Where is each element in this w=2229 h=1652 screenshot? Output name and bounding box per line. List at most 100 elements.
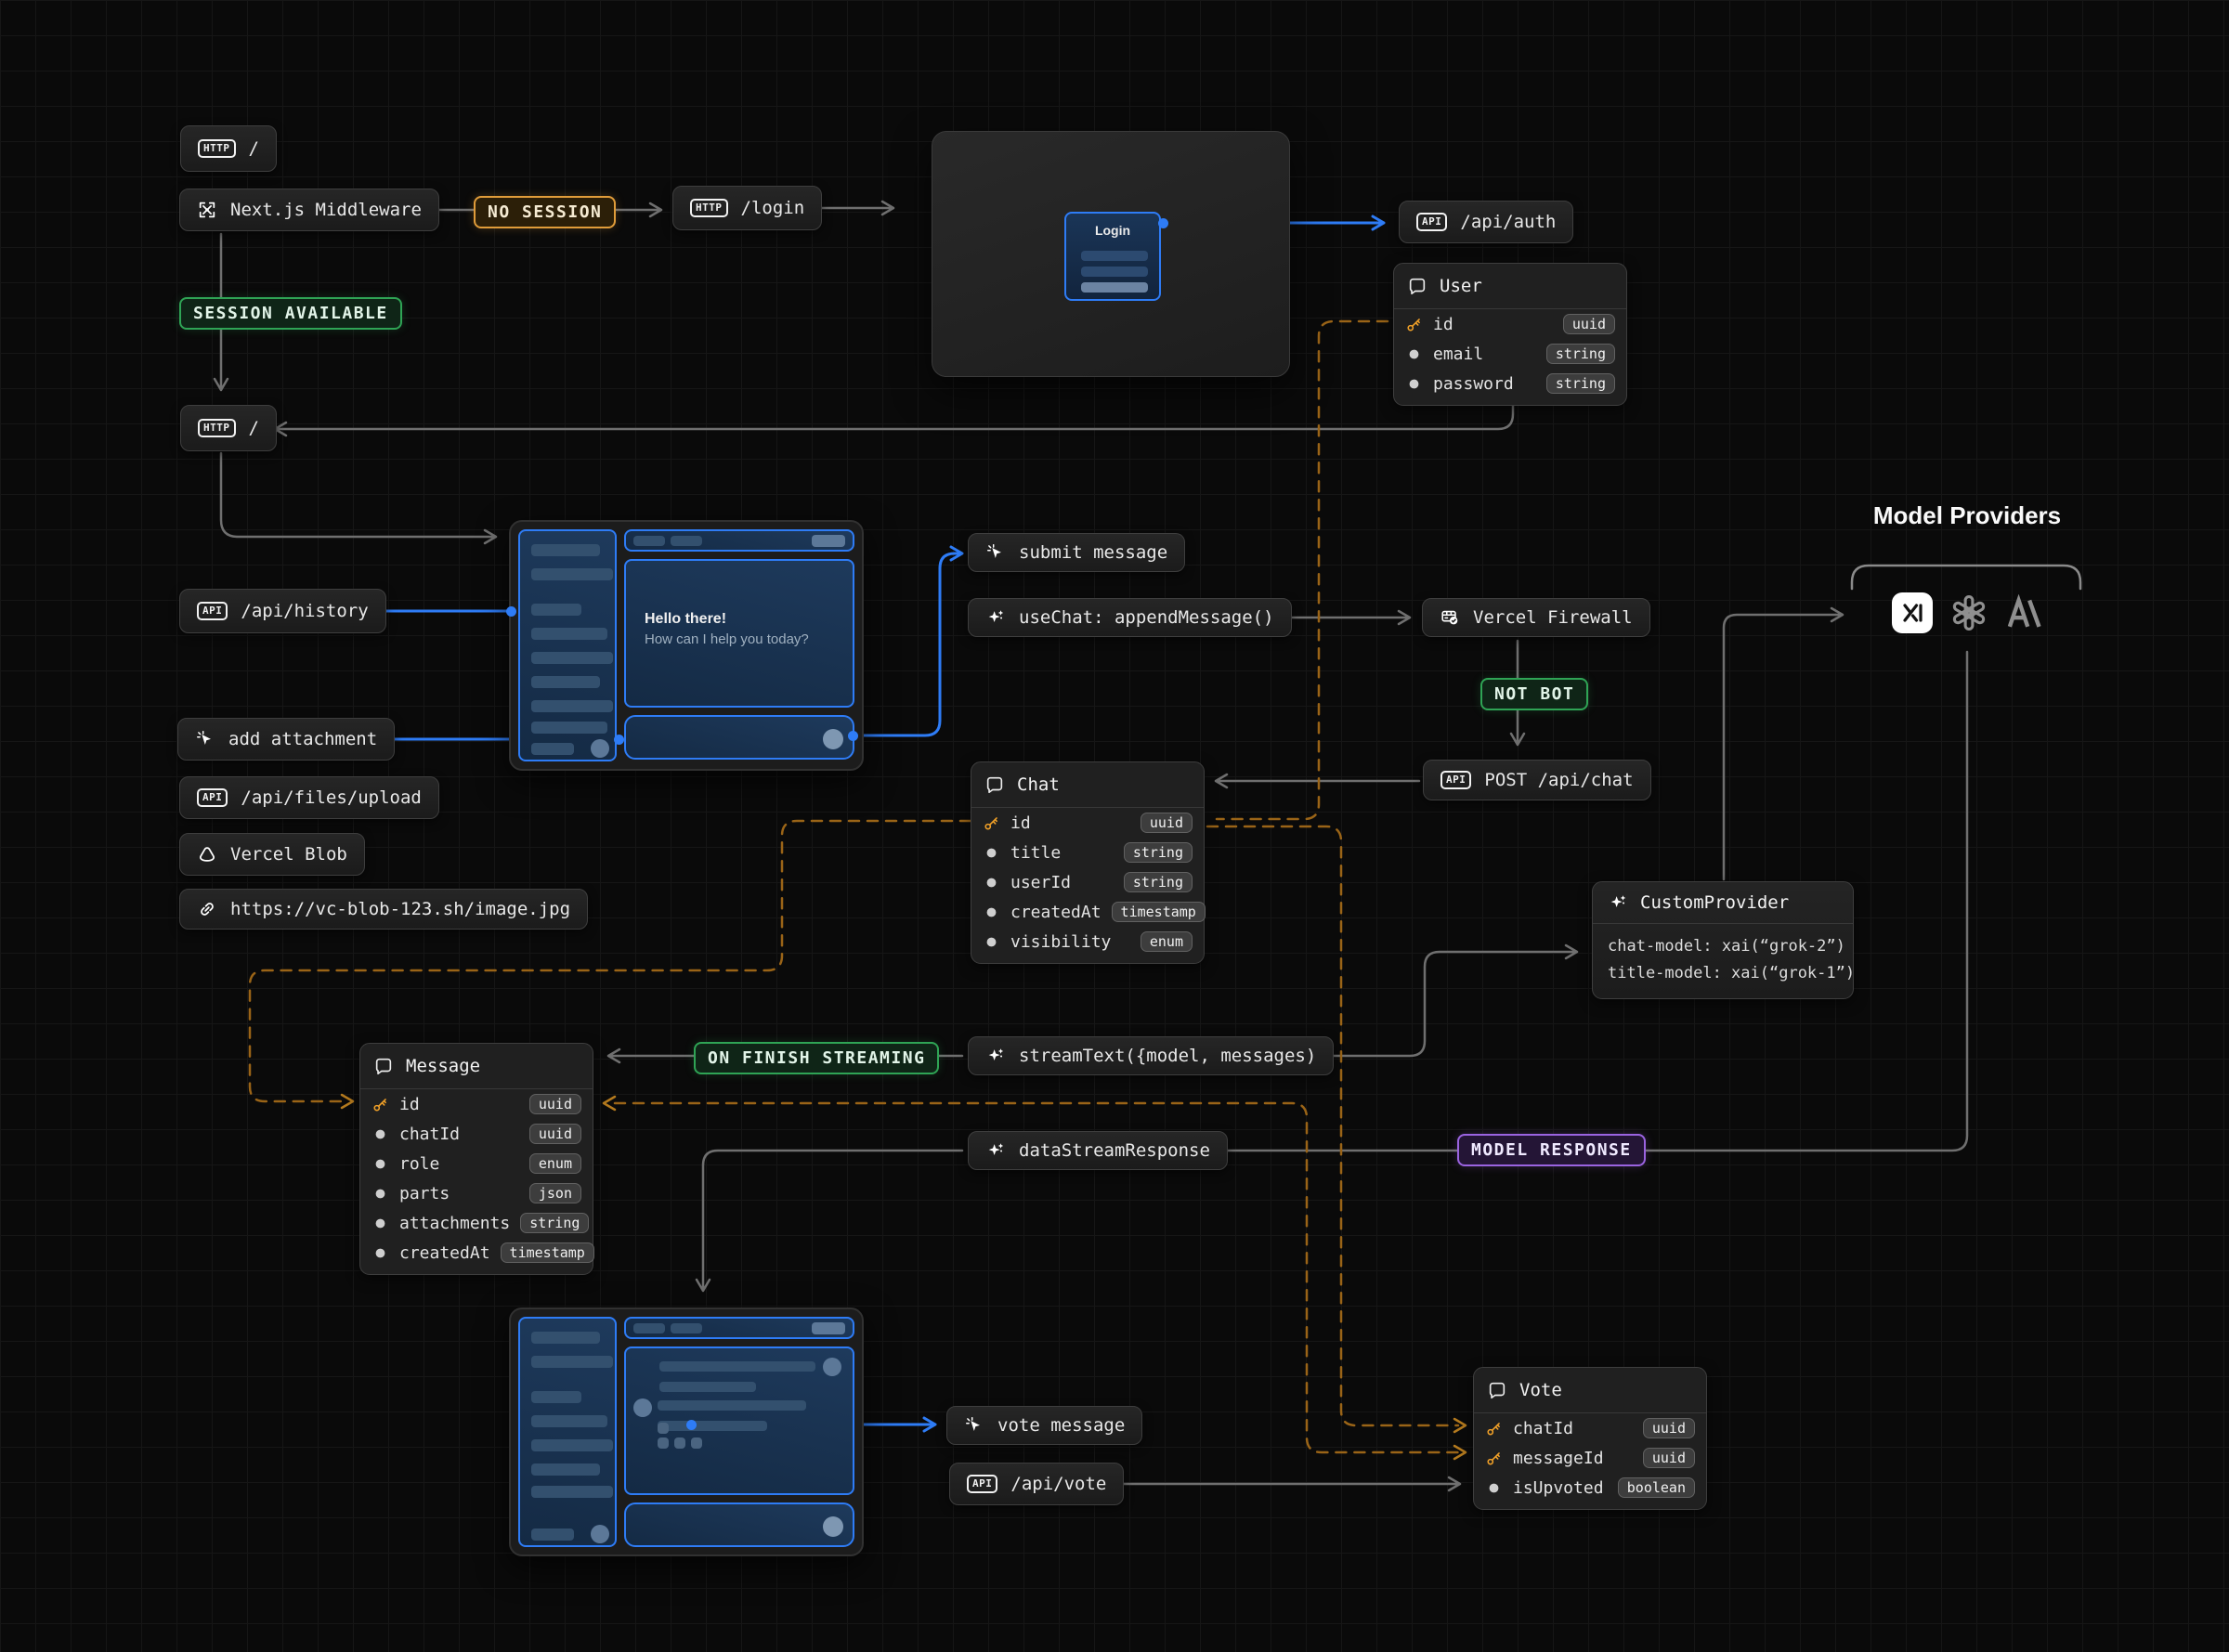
table-row: visibilityenum xyxy=(971,927,1204,956)
node-api-files-upload: API /api/files/upload xyxy=(179,776,439,819)
skeleton-bar xyxy=(531,743,574,755)
node-api-vote: API /api/vote xyxy=(949,1463,1124,1505)
user-avatar xyxy=(823,1358,841,1376)
api-chip: API xyxy=(197,788,228,806)
table-chat-header: Chat xyxy=(971,762,1204,808)
blob-icon xyxy=(197,844,217,865)
badge-on-finish-streaming: ON FINISH STREAMING xyxy=(694,1042,939,1074)
message-action-dot xyxy=(658,1423,669,1434)
topbar-skeleton xyxy=(624,1317,854,1339)
table-row: iduuid xyxy=(971,808,1204,838)
skeleton-bar xyxy=(531,1486,613,1498)
skeleton-bar xyxy=(531,604,581,616)
badge-model-response: MODEL RESPONSE xyxy=(1457,1134,1646,1166)
http-chip: HTTP xyxy=(198,139,236,157)
table-chat: Chat iduuid titlestring userIdstring cre… xyxy=(971,761,1205,964)
node-vote-message: vote message xyxy=(946,1406,1142,1445)
custom-provider-header: CustomProvider xyxy=(1593,882,1853,924)
table-user: User iduuid emailstring passwordstring xyxy=(1393,263,1627,406)
custom-provider-line: chat-model: xai(“grok-2”) xyxy=(1608,933,1838,960)
sparkles-icon xyxy=(985,607,1006,628)
sidebar-skeleton xyxy=(518,1317,617,1547)
message-action-dot xyxy=(658,1437,669,1449)
node-label: / xyxy=(249,138,259,159)
column-icon xyxy=(983,904,1000,921)
xai-logo-icon xyxy=(1892,592,1933,633)
link-icon xyxy=(197,899,217,919)
skeleton-bar xyxy=(531,700,613,712)
table-row: userIdstring xyxy=(971,867,1204,897)
skeleton-bar xyxy=(812,1322,845,1334)
greeting-title: Hello there! xyxy=(645,611,726,628)
firewall-icon xyxy=(1440,607,1460,628)
table-row: isUpvotedboolean xyxy=(1474,1473,1706,1502)
skeleton-bar xyxy=(1081,267,1148,277)
assistant-avatar xyxy=(633,1398,652,1417)
badge-no-session: NO SESSION xyxy=(474,196,616,228)
anthropic-logo-icon xyxy=(2004,594,2045,631)
node-label: https://vc-blob-123.sh/image.jpg xyxy=(230,899,570,919)
sidebar-skeleton xyxy=(518,529,617,761)
send-button xyxy=(823,1516,843,1537)
wire-dot xyxy=(848,731,858,741)
skeleton-bar xyxy=(671,536,702,546)
node-label: Next.js Middleware xyxy=(230,200,422,220)
assistant-message-bar xyxy=(658,1421,767,1431)
table-message-header: Message xyxy=(360,1044,593,1089)
user-message-bar xyxy=(659,1382,756,1392)
node-usechat-appendmessage: useChat: appendMessage() xyxy=(968,598,1292,637)
column-icon xyxy=(372,1125,389,1143)
node-label: add attachment xyxy=(228,729,377,749)
topbar-skeleton xyxy=(624,529,854,552)
avatar xyxy=(591,739,609,758)
chat-input-skeleton xyxy=(624,1502,854,1547)
primary-key-icon xyxy=(1485,1450,1503,1467)
avatar xyxy=(591,1525,609,1543)
node-vercel-blob: Vercel Blob xyxy=(179,833,365,876)
table-row: createdAttimestamp xyxy=(360,1238,593,1268)
wire-dot xyxy=(614,735,624,745)
login-form-card: Login xyxy=(1064,212,1161,301)
skeleton-bar xyxy=(531,1528,574,1541)
node-label: POST /api/chat xyxy=(1484,770,1633,790)
architecture-diagram-canvas: HTTP / Next.js Middleware NO SESSION HTT… xyxy=(0,0,2229,1652)
cursor-click-icon xyxy=(985,542,1006,563)
table-row: chatIduuid xyxy=(360,1119,593,1149)
api-chip: API xyxy=(967,1475,997,1492)
node-label: Vercel Firewall xyxy=(1473,607,1633,628)
node-label: /api/history xyxy=(241,601,368,621)
table-row: titlestring xyxy=(971,838,1204,867)
api-chip: API xyxy=(1416,213,1447,230)
table-row: iduuid xyxy=(360,1089,593,1119)
primary-key-icon xyxy=(1485,1420,1503,1437)
table-row: messageIduuid xyxy=(1474,1443,1706,1473)
login-submit-bar xyxy=(1081,282,1148,293)
database-icon xyxy=(1407,276,1427,296)
chat-input-skeleton xyxy=(624,715,854,760)
skeleton-bar xyxy=(531,722,607,734)
node-api-auth: API /api/auth xyxy=(1399,201,1573,243)
node-submit-message: submit message xyxy=(968,533,1185,572)
table-row: createdAttimestamp xyxy=(971,897,1204,927)
custom-provider-body: chat-model: xai(“grok-2”) title-model: x… xyxy=(1593,924,1853,998)
user-message-bar xyxy=(659,1361,815,1372)
node-streamtext: streamText({model, messages) xyxy=(968,1036,1334,1075)
table-row: passwordstring xyxy=(1394,369,1626,398)
model-providers-title: Model Providers xyxy=(1828,501,2106,530)
primary-key-icon xyxy=(1405,316,1423,333)
column-icon xyxy=(1405,375,1423,393)
node-label: / xyxy=(249,418,259,438)
column-icon xyxy=(372,1185,389,1203)
greeting-subtitle: How can I help you today? xyxy=(645,631,809,647)
message-area: Hello there! How can I help you today? xyxy=(624,559,854,708)
column-icon xyxy=(1485,1479,1503,1497)
column-icon xyxy=(983,874,1000,891)
node-http-root: HTTP / xyxy=(180,125,277,172)
skeleton-bar xyxy=(531,1332,600,1344)
table-user-header: User xyxy=(1394,264,1626,309)
table-vote: Vote chatIduuid messageIduuid isUpvotedb… xyxy=(1473,1367,1707,1510)
skeleton-bar xyxy=(531,1463,600,1476)
providers-bracket xyxy=(1852,566,2080,589)
chat-app-mockup-2 xyxy=(509,1307,864,1556)
chat-app-mockup-1: Hello there! How can I help you today? xyxy=(509,520,864,771)
